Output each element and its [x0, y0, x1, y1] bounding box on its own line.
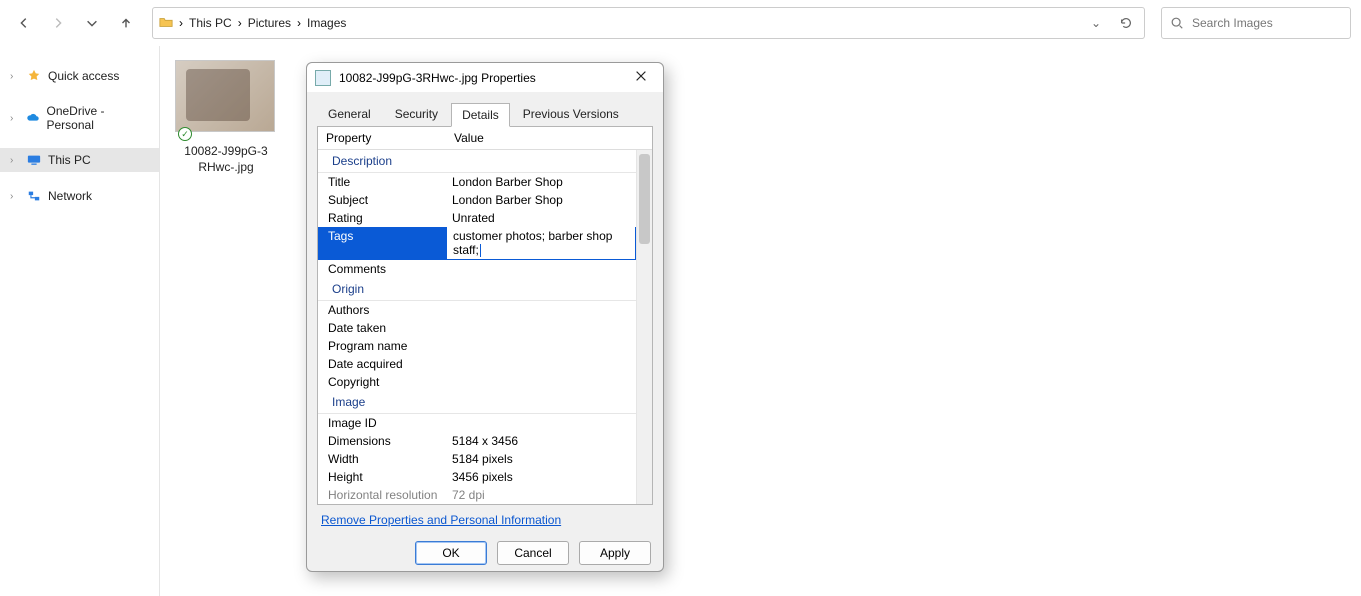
- row-image-id[interactable]: Image ID: [318, 414, 636, 432]
- file-item[interactable]: ✓ 10082-J99pG-3RHwc-.jpg: [175, 60, 277, 175]
- tree-this-pc[interactable]: › This PC: [0, 148, 159, 172]
- up-button[interactable]: [112, 9, 140, 37]
- address-bar[interactable]: › This PC › Pictures › Images ⌄: [152, 7, 1145, 39]
- file-pane: ✓ 10082-J99pG-3RHwc-.jpg: [175, 60, 277, 175]
- header-value[interactable]: Value: [446, 127, 652, 149]
- scrollbar[interactable]: [636, 150, 652, 504]
- folder-icon: [159, 15, 173, 32]
- breadcrumb-this-pc[interactable]: This PC: [189, 16, 232, 30]
- arrow-up-icon: [119, 16, 133, 30]
- arrow-right-icon: [51, 16, 65, 30]
- row-program-name[interactable]: Program name: [318, 337, 636, 355]
- monitor-icon: [26, 152, 42, 168]
- grid-header: Property Value: [318, 127, 652, 150]
- row-subject[interactable]: SubjectLondon Barber Shop: [318, 191, 636, 209]
- cloud-icon: [25, 110, 40, 126]
- tree-label: Quick access: [48, 69, 119, 83]
- tags-input[interactable]: customer photos; barber shop staff;: [446, 227, 636, 260]
- tab-security[interactable]: Security: [384, 102, 449, 126]
- row-dimensions[interactable]: Dimensions5184 x 3456: [318, 432, 636, 450]
- tree-quick-access[interactable]: › Quick access: [0, 64, 159, 88]
- chevron-right-icon: ›: [238, 16, 242, 30]
- remove-properties-link[interactable]: Remove Properties and Personal Informati…: [321, 513, 561, 527]
- dialog-title: 10082-J99pG-3RHwc-.jpg Properties: [339, 71, 619, 85]
- back-button[interactable]: [10, 9, 38, 37]
- search-icon: [1170, 16, 1184, 30]
- tab-details[interactable]: Details: [451, 103, 510, 127]
- image-thumbnail: ✓: [175, 60, 275, 132]
- section-description: Description: [318, 150, 636, 173]
- close-button[interactable]: [627, 69, 655, 86]
- dialog-titlebar[interactable]: 10082-J99pG-3RHwc-.jpg Properties: [307, 63, 663, 92]
- file-name: 10082-J99pG-3RHwc-.jpg: [175, 144, 277, 175]
- breadcrumb-pictures[interactable]: Pictures: [248, 16, 291, 30]
- chevron-right-icon: ›: [10, 71, 20, 82]
- row-tags[interactable]: Tags customer photos; barber shop staff;: [318, 227, 636, 260]
- tree-label: Network: [48, 189, 92, 203]
- address-toolbar: › This PC › Pictures › Images ⌄ Search I…: [0, 0, 1361, 46]
- search-placeholder: Search Images: [1192, 16, 1273, 30]
- text-caret: [480, 244, 481, 257]
- details-grid: Property Value Description TitleLondon B…: [317, 126, 653, 505]
- synced-icon: ✓: [178, 127, 192, 141]
- row-date-taken[interactable]: Date taken: [318, 319, 636, 337]
- row-rating[interactable]: RatingUnrated: [318, 209, 636, 227]
- tab-previous-versions[interactable]: Previous Versions: [512, 102, 630, 126]
- chevron-right-icon: ›: [10, 155, 20, 166]
- refresh-icon: [1119, 16, 1133, 30]
- close-icon: [634, 69, 648, 83]
- header-property[interactable]: Property: [318, 127, 446, 149]
- row-date-acquired[interactable]: Date acquired: [318, 355, 636, 373]
- tree-onedrive[interactable]: › OneDrive - Personal: [0, 100, 159, 136]
- chevron-right-icon: ›: [10, 191, 20, 202]
- row-title[interactable]: TitleLondon Barber Shop: [318, 173, 636, 191]
- properties-dialog: 10082-J99pG-3RHwc-.jpg Properties Genera…: [306, 62, 664, 572]
- chevron-right-icon: ›: [10, 113, 19, 124]
- nav-tree: › Quick access › OneDrive - Personal › T…: [0, 46, 160, 596]
- tab-general[interactable]: General: [317, 102, 382, 126]
- section-image: Image: [318, 391, 636, 414]
- chevron-right-icon: ›: [179, 16, 183, 30]
- chevron-down-icon: [85, 16, 99, 30]
- row-authors[interactable]: Authors: [318, 301, 636, 319]
- chevron-right-icon: ›: [297, 16, 301, 30]
- row-horizontal-resolution[interactable]: Horizontal resolution72 dpi: [318, 486, 636, 504]
- tree-label: This PC: [48, 153, 91, 167]
- search-input[interactable]: Search Images: [1161, 7, 1351, 39]
- image-file-icon: [315, 70, 331, 86]
- forward-button[interactable]: [44, 9, 72, 37]
- tree-network[interactable]: › Network: [0, 184, 159, 208]
- tree-label: OneDrive - Personal: [47, 104, 149, 132]
- row-width[interactable]: Width5184 pixels: [318, 450, 636, 468]
- cancel-button[interactable]: Cancel: [497, 541, 569, 565]
- section-origin: Origin: [318, 278, 636, 301]
- apply-button[interactable]: Apply: [579, 541, 651, 565]
- network-icon: [26, 188, 42, 204]
- tab-strip: General Security Details Previous Versio…: [307, 92, 663, 126]
- arrow-left-icon: [17, 16, 31, 30]
- chevron-down-icon[interactable]: ⌄: [1084, 16, 1108, 30]
- ok-button[interactable]: OK: [415, 541, 487, 565]
- row-copyright[interactable]: Copyright: [318, 373, 636, 391]
- refresh-button[interactable]: [1114, 16, 1138, 30]
- recent-locations-button[interactable]: [78, 9, 106, 37]
- dialog-buttons: OK Cancel Apply: [307, 535, 663, 577]
- row-comments[interactable]: Comments: [318, 260, 636, 278]
- star-icon: [26, 68, 42, 84]
- scrollbar-thumb[interactable]: [639, 154, 650, 244]
- breadcrumb-images[interactable]: Images: [307, 16, 346, 30]
- row-height[interactable]: Height3456 pixels: [318, 468, 636, 486]
